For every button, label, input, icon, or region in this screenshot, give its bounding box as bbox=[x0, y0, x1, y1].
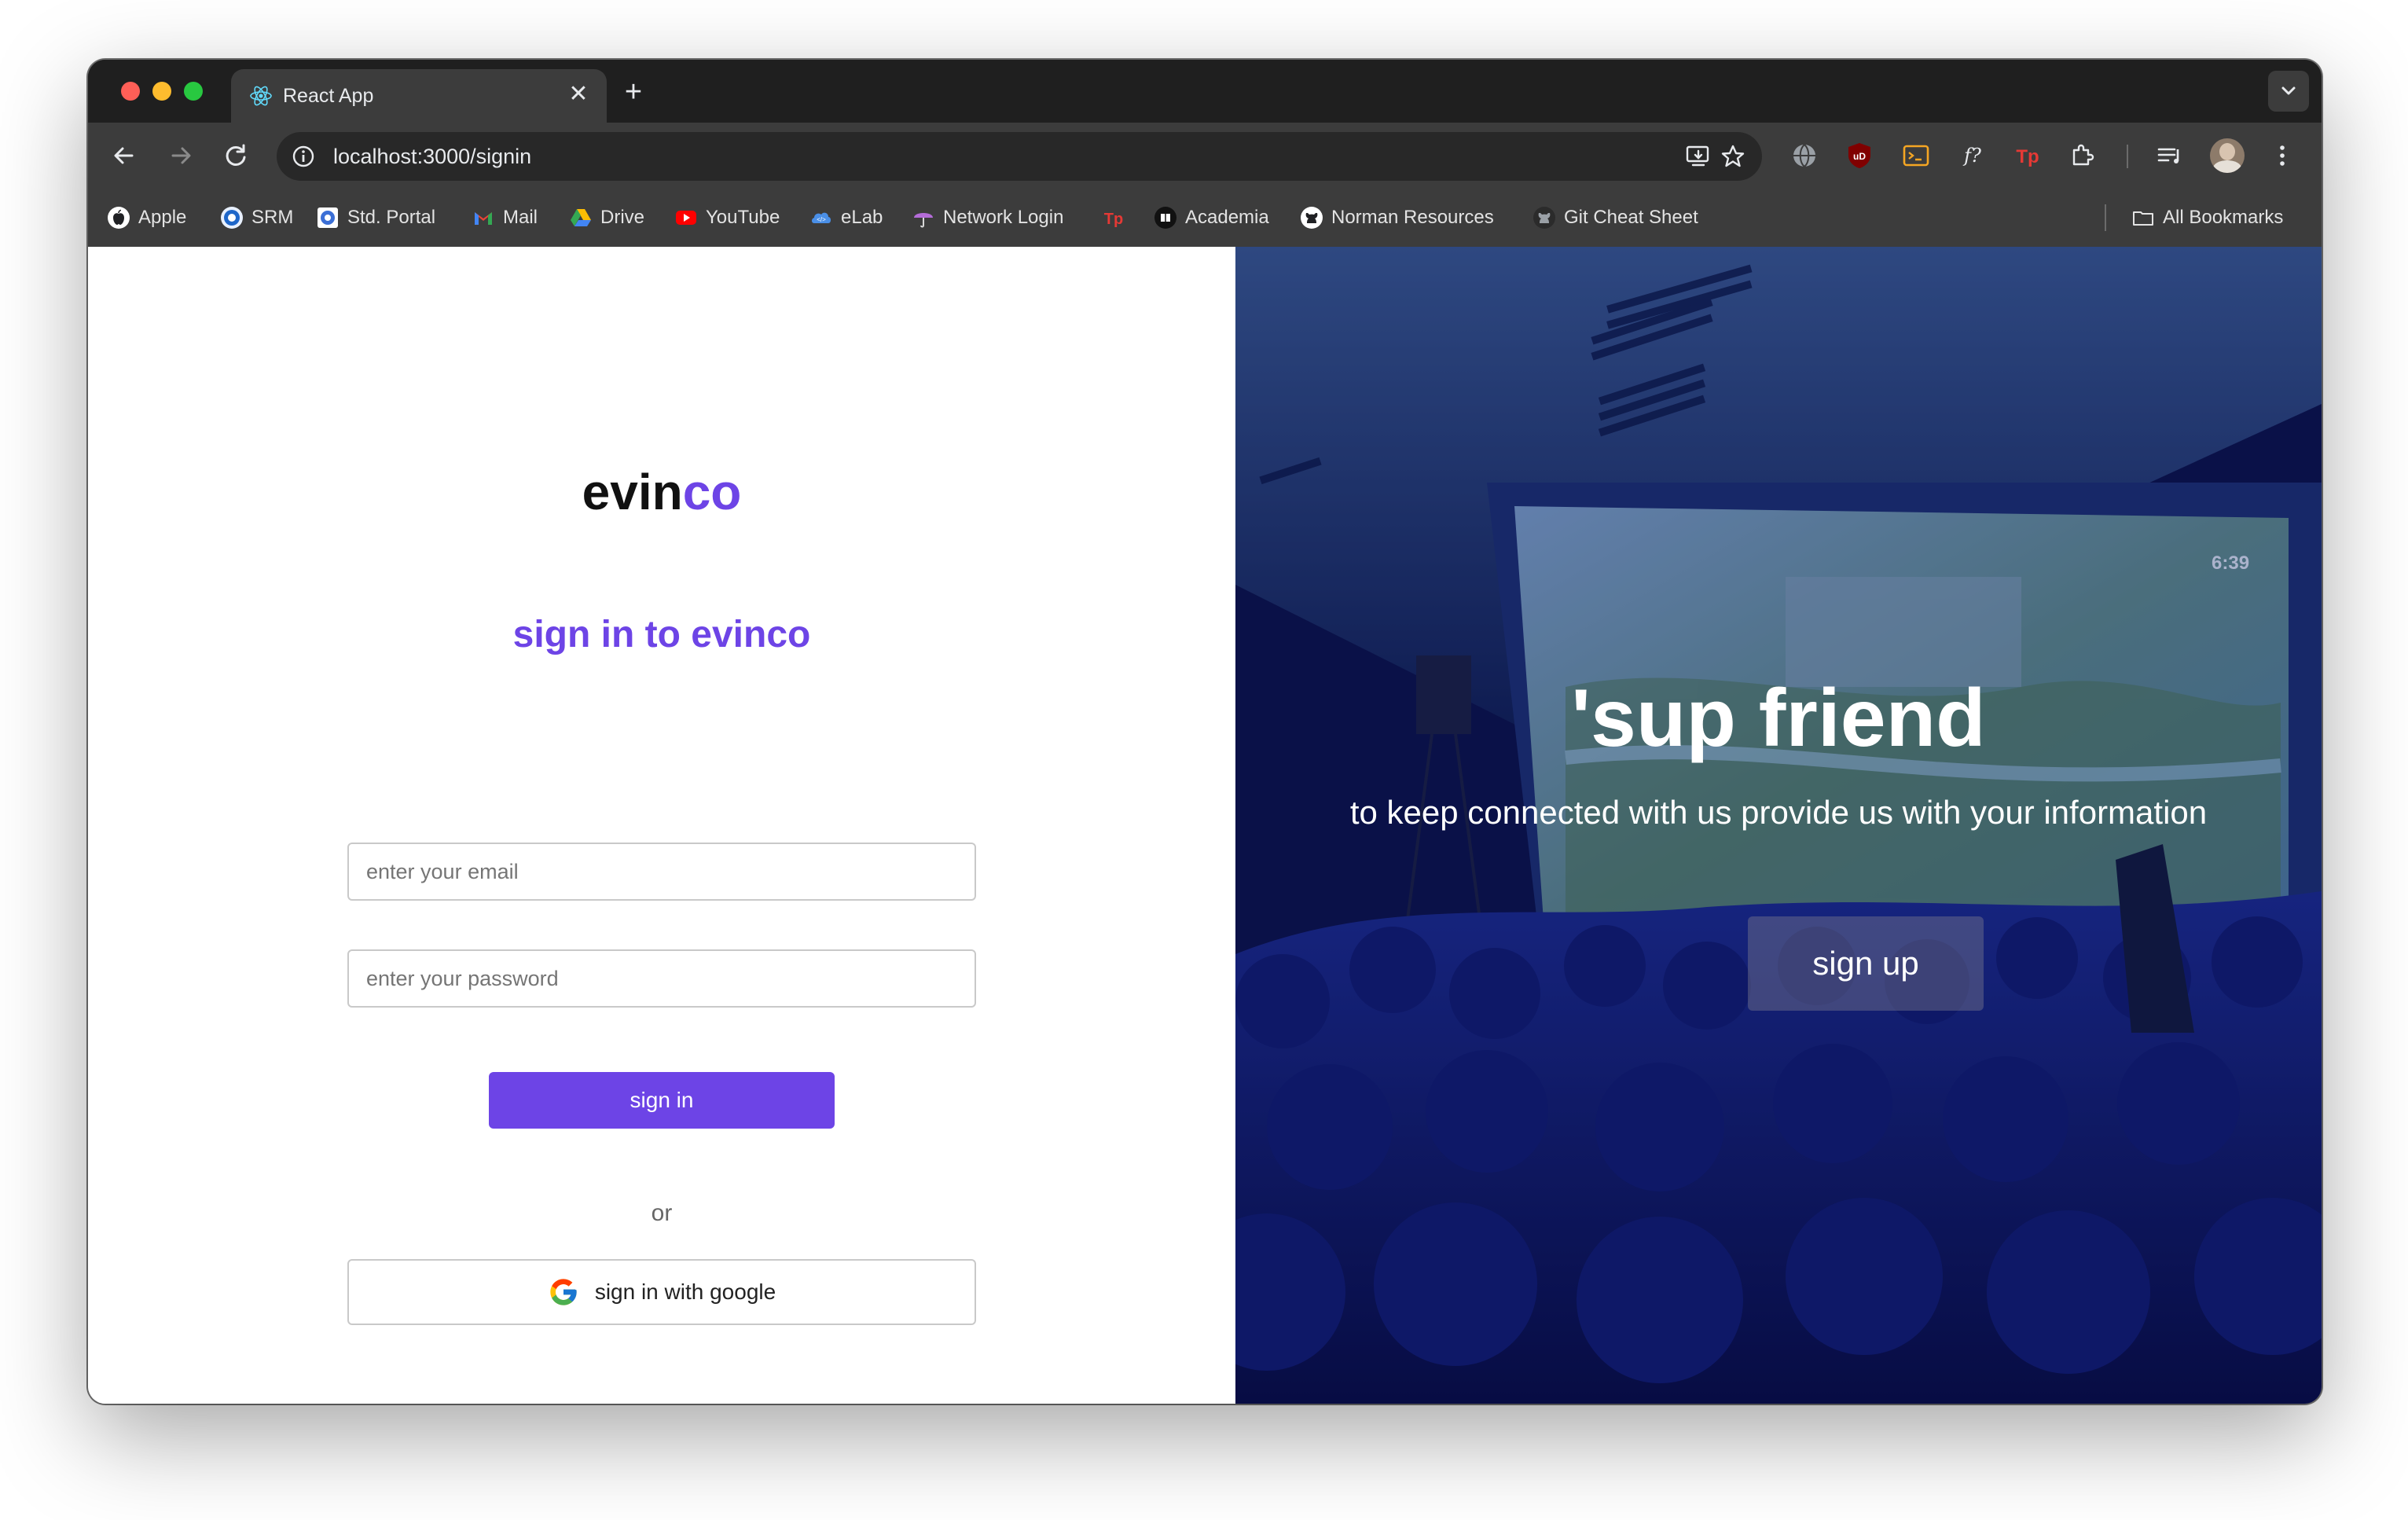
url-text: localhost:3000/signin bbox=[333, 145, 532, 168]
bookmark-tp[interactable]: Tp bbox=[1102, 204, 1125, 231]
browser-window: React App ✕ + localhost:3000/signin uD f… bbox=[88, 60, 2322, 1404]
tp-icon: Tp bbox=[1104, 211, 1123, 228]
apple-icon bbox=[108, 207, 130, 229]
bookmark-label: YouTube bbox=[706, 207, 780, 228]
avatar[interactable] bbox=[2210, 138, 2245, 173]
bookmark-label: Academia bbox=[1185, 207, 1269, 228]
folder-icon bbox=[2133, 211, 2153, 226]
tp-extension-icon[interactable]: Tp bbox=[2012, 140, 2043, 171]
signin-panel: evinco sign in to evinco sign in or sign… bbox=[88, 247, 1235, 1404]
bookmark-std-portal[interactable]: Std. Portal bbox=[316, 204, 435, 231]
bookmark-label: Mail bbox=[503, 207, 538, 228]
bookmark-git-cheat-sheet[interactable]: Git Cheat Sheet bbox=[1533, 204, 1698, 231]
back-arrow-icon[interactable] bbox=[107, 138, 141, 173]
bookmark-youtube[interactable]: YouTube bbox=[674, 204, 780, 231]
tab-search-button[interactable] bbox=[2268, 71, 2309, 112]
drive-icon bbox=[571, 209, 591, 226]
bookmark-norman-resources[interactable]: Norman Resources bbox=[1300, 204, 1494, 231]
chevron-down-icon bbox=[2281, 86, 2296, 95]
all-bookmarks-button[interactable]: All Bookmarks bbox=[2131, 204, 2283, 231]
bookmark-label: Std. Portal bbox=[347, 207, 436, 228]
maximize-window-button[interactable] bbox=[184, 82, 203, 101]
bookmark-label: Git Cheat Sheet bbox=[1564, 207, 1698, 228]
umbrella-icon bbox=[914, 213, 933, 228]
bookmark-mail[interactable]: Mail bbox=[472, 204, 538, 231]
close-window-button[interactable] bbox=[121, 82, 140, 101]
svg-text:Tp: Tp bbox=[2016, 146, 2039, 167]
srm-icon bbox=[221, 207, 243, 229]
page-content: evinco sign in to evinco sign in or sign… bbox=[88, 247, 2322, 1404]
tab-close-icon[interactable]: ✕ bbox=[564, 80, 593, 108]
hero-title: 'sup friend bbox=[1571, 673, 1986, 764]
bookmark-elab[interactable]: </> eLab bbox=[809, 204, 883, 231]
portal-icon bbox=[318, 207, 338, 228]
youtube-icon bbox=[676, 211, 696, 225]
reading-list-icon[interactable] bbox=[2153, 140, 2185, 171]
bookmark-label: Norman Resources bbox=[1331, 207, 1494, 228]
svg-text:Tp: Tp bbox=[1104, 211, 1123, 228]
minimize-window-button[interactable] bbox=[152, 82, 171, 101]
all-bookmarks-label: All Bookmarks bbox=[2163, 207, 2284, 228]
star-icon[interactable] bbox=[1720, 143, 1746, 170]
signin-button[interactable]: sign in bbox=[489, 1072, 835, 1129]
academia-icon bbox=[1154, 207, 1176, 229]
bookmarks-divider bbox=[2105, 204, 2106, 231]
install-app-icon[interactable] bbox=[1685, 143, 1712, 170]
email-field[interactable] bbox=[347, 843, 976, 901]
function-extension-icon[interactable]: f? bbox=[1957, 140, 1988, 171]
google-signin-label: sign in with google bbox=[594, 1280, 776, 1304]
signup-button[interactable]: sign up bbox=[1748, 916, 1984, 1011]
toolbar: localhost:3000/signin uD f? Tp bbox=[88, 123, 2322, 189]
bookmark-drive[interactable]: Drive bbox=[569, 204, 644, 231]
bookmark-label: Apple bbox=[138, 207, 187, 228]
svg-text:uD: uD bbox=[1853, 151, 1866, 162]
google-signin-button[interactable]: sign in with google bbox=[347, 1259, 976, 1325]
or-divider-text: or bbox=[651, 1200, 673, 1226]
hero-panel: 6:39 'sup friend to keep connected with … bbox=[1235, 247, 2322, 1404]
ublock-icon[interactable]: uD bbox=[1844, 140, 1875, 171]
bookmark-apple[interactable]: Apple bbox=[107, 204, 186, 231]
bookmark-srm[interactable]: SRM bbox=[220, 204, 293, 231]
tab-strip: React App ✕ + bbox=[88, 60, 2322, 123]
github-icon bbox=[1533, 207, 1555, 229]
bookmark-label: SRM bbox=[251, 207, 294, 228]
google-icon bbox=[550, 1279, 577, 1305]
globe-extension-icon[interactable] bbox=[1789, 140, 1820, 171]
toolbar-divider bbox=[2127, 145, 2128, 168]
signin-heading: sign in to evinco bbox=[512, 614, 811, 655]
tab-title: React App bbox=[283, 85, 374, 107]
svg-text:</>: </> bbox=[817, 216, 826, 223]
bookmark-network-login[interactable]: Network Login bbox=[912, 204, 1063, 231]
reload-icon[interactable] bbox=[218, 138, 253, 173]
terminal-extension-icon[interactable] bbox=[1900, 140, 1932, 171]
new-tab-button[interactable]: + bbox=[616, 75, 651, 110]
hero-subtitle: to keep connected with us provide us wit… bbox=[1349, 794, 2208, 831]
github-icon bbox=[1301, 207, 1323, 229]
logo-part-1: evin bbox=[582, 464, 683, 520]
react-icon bbox=[250, 86, 272, 106]
puzzle-extensions-icon[interactable] bbox=[2067, 140, 2098, 171]
address-bar[interactable]: localhost:3000/signin bbox=[277, 132, 1762, 181]
logo-part-2: co bbox=[682, 464, 742, 520]
forward-arrow-icon[interactable] bbox=[163, 138, 198, 173]
elab-icon: </> bbox=[812, 212, 831, 223]
more-menu-icon[interactable] bbox=[2267, 140, 2298, 171]
logo: evinco bbox=[88, 461, 1235, 523]
password-field[interactable] bbox=[347, 949, 976, 1008]
bookmark-label: Network Login bbox=[943, 207, 1064, 228]
gmail-icon bbox=[475, 212, 492, 225]
bookmark-academia[interactable]: Academia bbox=[1154, 204, 1269, 231]
bookmark-label: eLab bbox=[841, 207, 883, 228]
bookmark-label: Drive bbox=[600, 207, 645, 228]
site-info-icon[interactable] bbox=[291, 144, 316, 169]
bookmarks-bar: Apple SRM Std. Portal Mail Drive YouTube… bbox=[88, 189, 2322, 247]
tab-react-app[interactable]: React App ✕ bbox=[231, 69, 607, 123]
svg-text:f?: f? bbox=[1962, 145, 1981, 167]
